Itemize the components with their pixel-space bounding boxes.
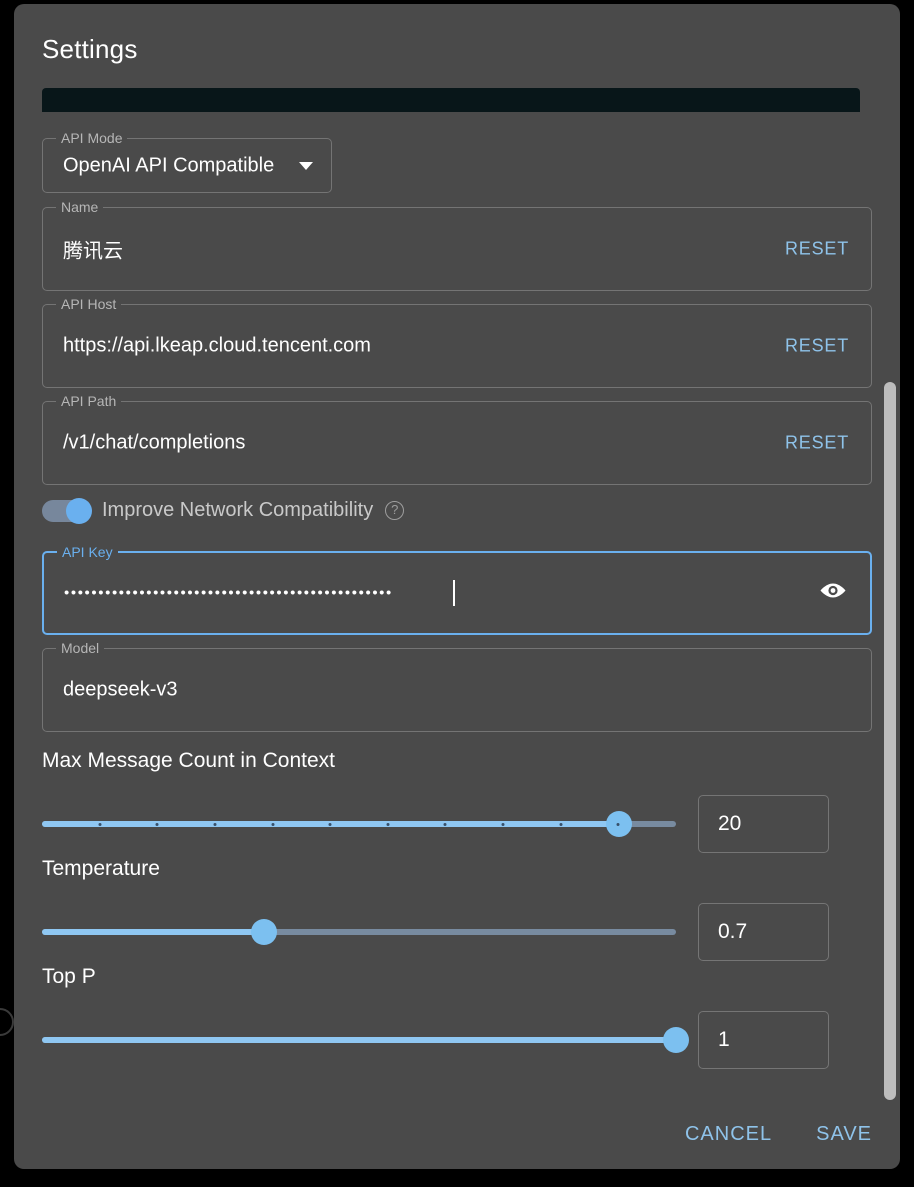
api-host-label: API Host (56, 296, 122, 312)
api-path-reset-button[interactable]: RESET (785, 433, 849, 454)
slider-thumb[interactable] (250, 919, 277, 945)
model-field[interactable]: Model deepseek-v3 (42, 640, 872, 732)
api-key-field[interactable]: API Key ••••••••••••••••••••••••••••••••… (42, 544, 872, 635)
slider-tick (98, 822, 102, 826)
name-field[interactable]: Name 腾讯云 RESET (42, 199, 872, 291)
slider-tick (155, 822, 159, 826)
api-key-label: API Key (57, 544, 118, 560)
max-message-count-row: 20 (42, 795, 872, 853)
temperature-section: Temperature 0.7 (42, 857, 872, 961)
scrollbar-thumb[interactable] (884, 382, 896, 1100)
slider-tick (443, 822, 447, 826)
api-host-field[interactable]: API Host https://api.lkeap.cloud.tencent… (42, 296, 872, 388)
slider-tick (213, 822, 217, 826)
model-label: Model (56, 640, 105, 656)
page-title: Settings (42, 34, 138, 64)
top-p-row: 1 (42, 1011, 872, 1069)
name-label: Name (56, 199, 104, 215)
slider-tick (328, 822, 332, 826)
eye-icon[interactable] (818, 581, 848, 606)
api-key-value: ••••••••••••••••••••••••••••••••••••••••… (64, 584, 393, 602)
top-p-slider[interactable] (42, 1025, 689, 1055)
slider-thumb[interactable] (663, 1027, 689, 1053)
slider-tick (386, 822, 390, 826)
model-value: deepseek-v3 (63, 678, 178, 701)
api-path-label: API Path (56, 393, 122, 409)
chevron-down-icon (299, 161, 313, 170)
top-p-section: Top P 1 (42, 965, 872, 1069)
improve-network-compatibility-row[interactable]: Improve Network Compatibility ? (42, 497, 405, 524)
max-message-count-label: Max Message Count in Context (42, 749, 335, 772)
settings-dialog: Settings API Mode OpenAI API Compatible … (14, 4, 900, 1169)
help-circle-icon[interactable]: ? (385, 501, 405, 520)
cancel-button[interactable]: CANCEL (685, 1123, 772, 1146)
slider-fill (42, 929, 264, 935)
clipped-dark-panel (42, 88, 860, 112)
api-path-field[interactable]: API Path /v1/chat/completions RESET (42, 393, 872, 485)
api-mode-select[interactable]: API Mode OpenAI API Compatible (42, 130, 332, 193)
temperature-row: 0.7 (42, 903, 872, 961)
slider-tick (559, 822, 563, 826)
settings-scroll-area[interactable]: API Mode OpenAI API Compatible Name 腾讯云 … (14, 80, 900, 1100)
api-mode-label: API Mode (56, 130, 128, 146)
name-reset-button[interactable]: RESET (785, 239, 849, 260)
dialog-footer: CANCEL SAVE (14, 1099, 900, 1169)
text-caret (453, 580, 455, 606)
top-p-label: Top P (42, 965, 96, 988)
improve-network-compatibility-label: Improve Network Compatibility (102, 499, 374, 521)
toggle-thumb (66, 497, 92, 524)
slider-tick (501, 822, 505, 826)
edge-artifact-circle (0, 1008, 14, 1036)
improve-network-compatibility-toggle[interactable] (42, 497, 92, 524)
page-root: Settings API Mode OpenAI API Compatible … (0, 0, 914, 1187)
scrollbar[interactable] (884, 82, 896, 1100)
temperature-input[interactable]: 0.7 (698, 903, 829, 961)
name-value: 腾讯云 (63, 240, 123, 263)
max-message-count-section: Max Message Count in Context 20 (42, 749, 872, 853)
max-message-count-input[interactable]: 20 (698, 795, 829, 853)
max-message-count-slider[interactable] (42, 809, 676, 839)
api-host-value: https://api.lkeap.cloud.tencent.com (63, 334, 371, 357)
api-path-value: /v1/chat/completions (63, 431, 246, 454)
save-button[interactable]: SAVE (816, 1123, 872, 1146)
temperature-slider[interactable] (42, 917, 676, 947)
slider-tick (271, 822, 275, 826)
api-mode-value: OpenAI API Compatible (63, 154, 275, 176)
slider-fill (42, 1037, 676, 1043)
api-host-reset-button[interactable]: RESET (785, 336, 849, 357)
slider-tick (616, 822, 620, 826)
temperature-label: Temperature (42, 857, 160, 880)
top-p-input[interactable]: 1 (698, 1011, 829, 1069)
